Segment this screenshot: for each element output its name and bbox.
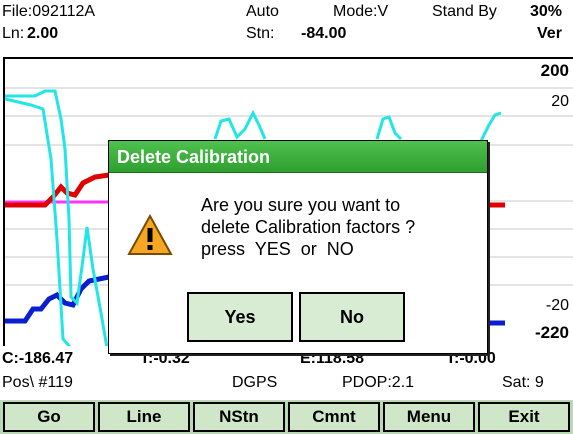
application-screen: File:092112A Auto Mode:V Stand By 30% Ln… xyxy=(0,0,573,434)
line-button[interactable]: Line xyxy=(98,402,190,432)
ln-value: 2.00 xyxy=(27,25,59,42)
no-button[interactable]: No xyxy=(299,292,405,342)
message-line: delete Calibration factors ? xyxy=(201,217,416,237)
go-button[interactable]: Go xyxy=(3,402,95,432)
mode-indicator: Mode:V xyxy=(333,3,389,20)
delete-calibration-dialog: Delete Calibration Are you sure you want… xyxy=(108,140,488,354)
dialog-title: Delete Calibration xyxy=(109,141,487,173)
softkey-bar: Go Line NStn Cmnt Menu Exit xyxy=(0,400,573,434)
warning-icon xyxy=(127,214,173,255)
nstn-button[interactable]: NStn xyxy=(193,402,285,432)
message-line: press YES or NO xyxy=(201,239,354,259)
exit-button[interactable]: Exit xyxy=(478,402,570,432)
position-readout: Pos\ #119 xyxy=(2,374,73,391)
dialog-message: Are you sure you want to delete Calibrat… xyxy=(201,194,415,260)
battery-level: 30% xyxy=(530,3,563,20)
satellite-count: Sat: 9 xyxy=(502,374,544,391)
scale-top-max: 200 xyxy=(540,61,569,80)
menu-button[interactable]: Menu xyxy=(383,402,475,432)
gps-status: DGPS xyxy=(232,374,278,391)
c-readout: C:-186.47 xyxy=(2,350,74,367)
scale-top: 20 xyxy=(551,93,569,110)
pdop-readout: PDOP:2.1 xyxy=(342,374,415,391)
scale-bottom-min: -220 xyxy=(534,323,569,342)
cyan-trace xyxy=(213,109,267,140)
view-mode: Ver xyxy=(537,25,562,42)
stn-label: Stn: xyxy=(246,25,275,42)
ln-label: Ln: xyxy=(2,25,25,42)
yes-button[interactable]: Yes xyxy=(187,292,293,342)
blue-trace xyxy=(5,274,110,324)
dialog-body: Are you sure you want to delete Calibrat… xyxy=(109,174,487,355)
stn-value: -84.00 xyxy=(301,25,347,42)
status-header: File:092112A Auto Mode:V Stand By 30% Ln… xyxy=(0,0,573,56)
scale-bottom: -20 xyxy=(545,297,569,314)
status-text: Stand By xyxy=(432,3,497,20)
comment-button[interactable]: Cmnt xyxy=(288,402,380,432)
cyan-trace xyxy=(375,115,403,141)
auto-mode: Auto xyxy=(246,3,279,20)
cyan-trace xyxy=(479,111,502,142)
file-name: File:092112A xyxy=(2,3,96,20)
message-line: Are you sure you want to xyxy=(201,195,401,215)
